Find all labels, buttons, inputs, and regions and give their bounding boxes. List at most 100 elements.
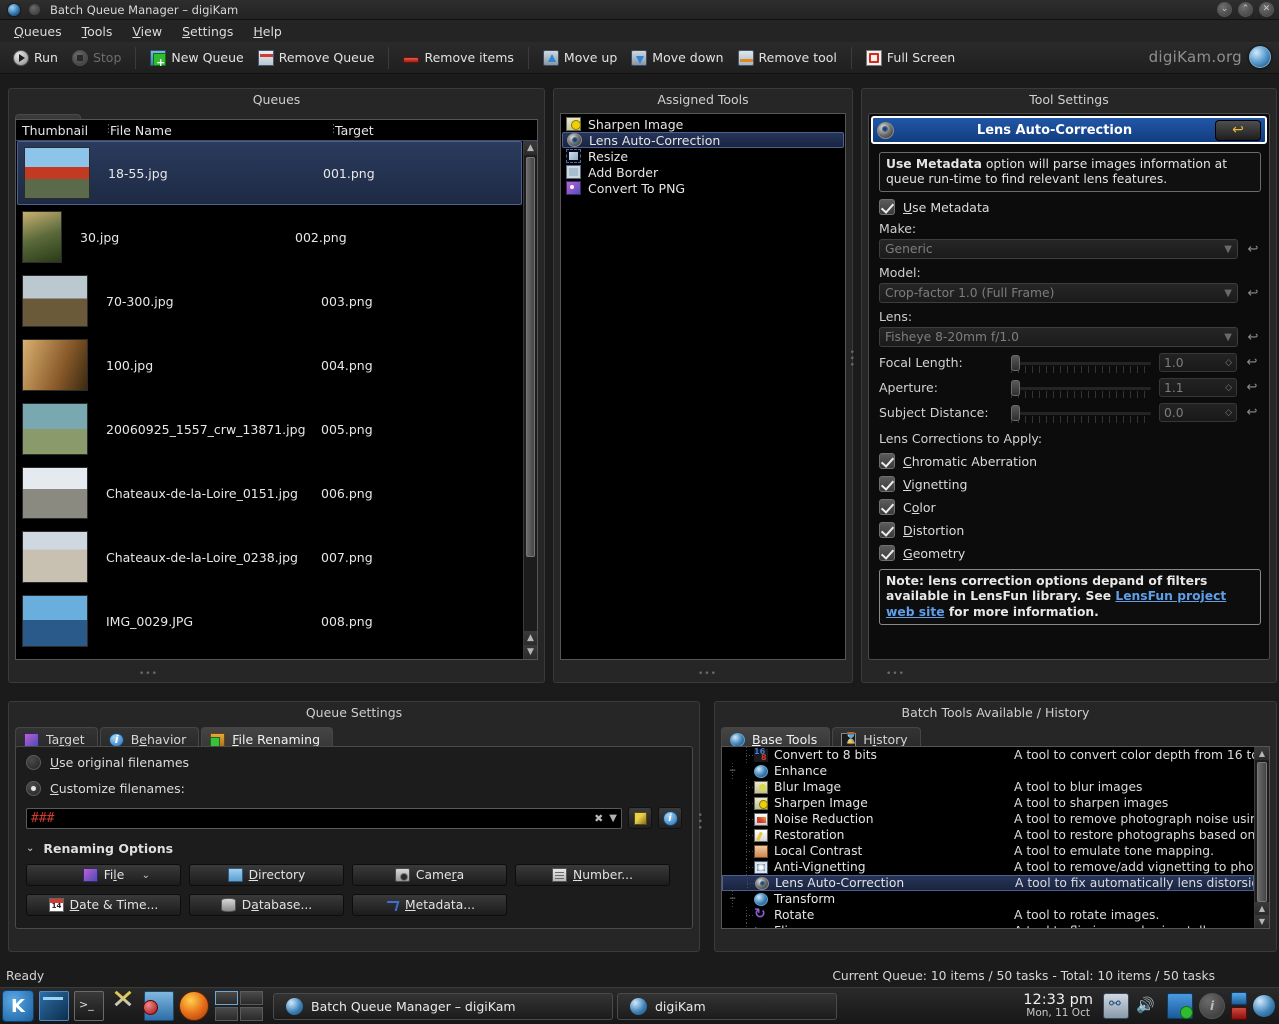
table-row[interactable]: IMG_0029.JPG 008.png [16,589,523,653]
list-item[interactable]: − Transform [722,891,1254,907]
vignetting-row[interactable]: Vignetting [879,476,1261,492]
list-item[interactable]: Convert to 8 bits A tool to convert colo… [722,747,1254,763]
distortion-row[interactable]: Distortion [879,522,1261,538]
list-item[interactable]: Resize [562,148,844,164]
make-select[interactable]: Generic ▼ [879,239,1238,259]
table-row[interactable]: Chateaux-de-la-Loire_0151.jpg 006.png [16,461,523,525]
camera-option-button[interactable]: Camera [352,864,507,886]
fullscreen-button[interactable]: Full Screen [859,45,962,71]
collapse-icon[interactable]: − [728,767,737,776]
close-button[interactable]: ✕ [1259,2,1274,17]
info-icon[interactable]: i [1199,993,1225,1019]
desktop-pager[interactable] [215,991,263,1021]
list-item[interactable]: Convert To PNG [562,180,844,196]
focal-length-reset-icon[interactable]: ↩ [1244,355,1260,371]
color-row[interactable]: Color [879,499,1261,515]
reset-settings-button[interactable]: ↩ [1215,119,1261,141]
menu-queues[interactable]: Queues [4,22,72,41]
make-reset-icon[interactable]: ↩ [1245,241,1261,257]
task-button-digikam[interactable]: digiKam [617,992,837,1020]
terminal-icon[interactable] [74,991,104,1021]
use-original-filenames-radio[interactable] [26,755,41,770]
menu-view[interactable]: View [122,22,172,41]
collapse-icon[interactable]: − [728,895,737,904]
kde-menu-icon[interactable]: K [2,990,34,1022]
shutdown-icon[interactable] [1231,1007,1247,1020]
list-item[interactable]: Blur Image A tool to blur images [722,779,1254,795]
list-item[interactable]: Restoration A tool to restore photograph… [722,827,1254,843]
run-button[interactable]: Run [6,45,65,71]
move-up-button[interactable]: Move up [536,45,624,71]
column-header-filename[interactable]: File Name [103,122,329,138]
slider-handle[interactable] [1011,354,1020,371]
digikam-icon[interactable] [1253,995,1275,1017]
show-desktop-icon[interactable] [39,991,69,1021]
list-item[interactable]: Sharpen Image [562,116,844,132]
maximize-button[interactable]: ⌃ [1238,2,1253,17]
geometry-row[interactable]: Geometry [879,545,1261,561]
usb-icon[interactable] [1103,993,1129,1019]
edit-pattern-button[interactable] [628,807,652,829]
lens-select[interactable]: Fisheye 8-20mm f/1.0 ▼ [879,327,1238,347]
menu-help[interactable]: Help [243,22,292,41]
aperture-reset-icon[interactable]: ↩ [1244,380,1260,396]
clear-icon[interactable]: ✖ [594,812,603,825]
vignetting-checkbox[interactable] [879,476,895,492]
list-item[interactable]: Anti-Vignetting A tool to remove/add vig… [722,859,1254,875]
renaming-options-header[interactable]: ⌄ Renaming Options [26,841,682,856]
scroll-down-icon[interactable]: ▼ [1255,915,1269,928]
stepper-arrows-icon[interactable]: ◇ [1225,358,1232,368]
window-menu-icon[interactable] [29,4,40,15]
chevron-down-icon[interactable]: ▼ [609,813,617,824]
scroll-up-icon[interactable]: ▲ [1255,902,1269,915]
remove-queue-button[interactable]: Remove Queue [251,45,382,71]
menu-settings[interactable]: Settings [172,22,243,41]
list-item[interactable]: Noise Reduction A tool to remove photogr… [722,811,1254,827]
base-tools-scrollbar[interactable]: ▲ ▲ ▼ [1254,747,1269,928]
table-row[interactable]: Chateaux-de-la-Loire_0238.jpg 007.png [16,525,523,589]
desktop-3[interactable] [215,1007,238,1021]
subject-distance-slider[interactable] [1011,404,1151,423]
minimize-button[interactable]: ⌄ [1217,2,1232,17]
subject-distance-stepper[interactable]: 0.0 ◇ [1159,403,1237,422]
list-item[interactable]: Sharpen Image A tool to sharpen images [722,795,1254,811]
column-header-target[interactable]: Target [328,122,537,138]
customize-filenames-row[interactable]: Customize filenames: [26,781,682,796]
file-option-button[interactable]: File ⌄ [26,864,181,886]
scrollbar-thumb[interactable] [1257,762,1267,902]
desktop-1[interactable] [215,991,238,1005]
aperture-slider[interactable] [1011,379,1151,398]
desktop-4[interactable] [240,1007,263,1021]
clock[interactable]: 12:33 pm Mon, 11 Oct [1023,992,1093,1019]
table-row[interactable]: 18-55.jpg 001.png [17,141,522,205]
directory-option-button[interactable]: Directory [189,864,344,886]
remove-items-button[interactable]: Remove items [396,45,520,71]
geometry-checkbox[interactable] [879,545,895,561]
lens-reset-icon[interactable]: ↩ [1245,329,1261,345]
table-row[interactable]: 70-300.jpg 003.png [16,269,523,333]
focal-length-stepper[interactable]: 1.0 ◇ [1159,353,1237,372]
splitter-handle-vertical[interactable]: ••• [694,812,704,831]
splitter-handle[interactable]: ••• [139,669,158,679]
stepper-arrows-icon[interactable]: ◇ [1225,383,1232,393]
pattern-info-button[interactable]: i [658,807,682,829]
queue-list-scrollbar[interactable]: ▲ ▲ ▼ [523,141,537,659]
list-item[interactable]: Add Border [562,164,844,180]
table-row[interactable]: 100.jpg 004.png [16,333,523,397]
splitter-handle-vertical[interactable]: ••• [846,349,856,368]
slider-handle[interactable] [1011,404,1020,421]
database-option-button[interactable]: Database... [189,894,344,916]
subject-distance-reset-icon[interactable]: ↩ [1244,405,1260,421]
new-queue-button[interactable]: New Queue [143,45,250,71]
color-checkbox[interactable] [879,499,895,515]
use-metadata-checkbox-row[interactable]: Use Metadata [879,199,1261,215]
menu-tools[interactable]: Tools [72,22,123,41]
use-original-filenames-row[interactable]: Use original filenames [26,755,682,770]
scrollbar-thumb[interactable] [526,157,535,557]
desktop-2[interactable] [240,991,263,1005]
table-row[interactable]: 20060925_1557_crw_13871.jpg 005.png [16,397,523,461]
model-reset-icon[interactable]: ↩ [1245,285,1261,301]
column-header-thumbnail[interactable]: Thumbnail [16,123,104,138]
firefox-icon[interactable] [179,991,209,1021]
list-item[interactable]: Lens Auto-Correction A tool to fix autom… [722,875,1254,891]
